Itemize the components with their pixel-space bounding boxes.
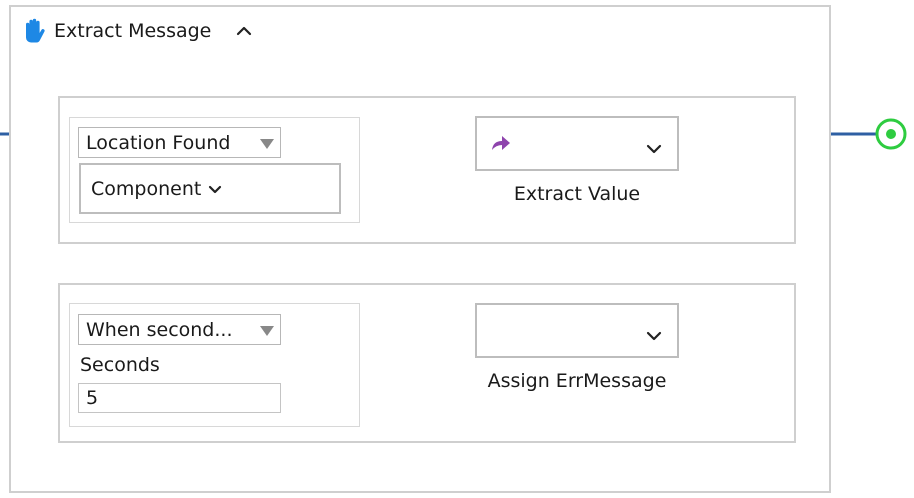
- condition-dropdown[interactable]: When second...: [78, 314, 281, 345]
- condition-dropdown-value: Location Found: [86, 131, 231, 154]
- action-label: Extract Value: [513, 183, 641, 205]
- block-title: Extract Message: [54, 20, 212, 42]
- component-dropdown-value: Component: [91, 177, 202, 200]
- seconds-input[interactable]: [78, 383, 281, 413]
- chevron-down-icon: [646, 144, 662, 154]
- chevron-down-icon: [209, 185, 222, 193]
- action-dropdown[interactable]: [475, 303, 679, 358]
- action-label: Assign ErrMessage: [487, 370, 667, 392]
- chevron-up-icon[interactable]: [233, 20, 255, 42]
- chevron-down-icon: [646, 331, 662, 341]
- triangle-down-icon: [260, 325, 274, 336]
- action-dropdown[interactable]: [475, 116, 679, 171]
- block-header: Extract Message: [20, 13, 255, 49]
- end-node-icon[interactable]: [875, 118, 907, 150]
- condition-dropdown[interactable]: Location Found: [78, 127, 281, 158]
- redirect-arrow-icon: [492, 136, 510, 150]
- triangle-down-icon: [260, 138, 274, 149]
- condition-dropdown-value: When second...: [86, 318, 233, 341]
- seconds-label: Seconds: [80, 354, 160, 376]
- hand-icon: [26, 18, 45, 43]
- component-dropdown[interactable]: Component: [79, 163, 341, 214]
